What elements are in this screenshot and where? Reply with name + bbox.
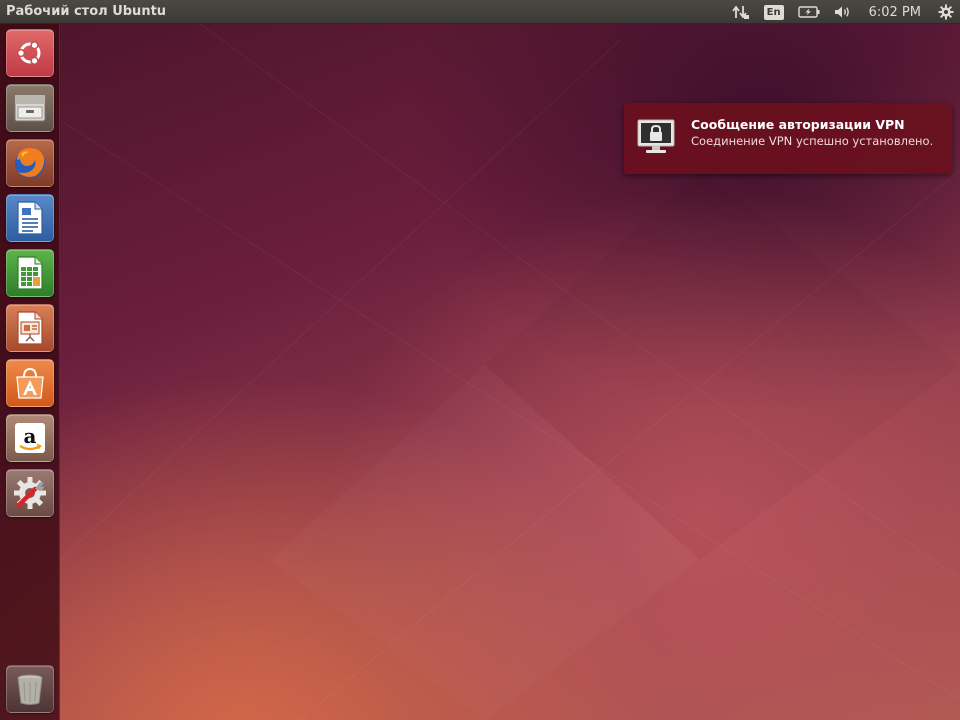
- launcher-item-libreoffice-writer[interactable]: [6, 194, 54, 242]
- notification-body: Соединение VPN успешно установлено.: [691, 134, 934, 148]
- launcher: a: [0, 24, 60, 720]
- clock[interactable]: 6:02 PM: [869, 5, 921, 20]
- launcher-item-dash-home[interactable]: [6, 29, 54, 77]
- launcher-item-system-settings[interactable]: [6, 469, 54, 517]
- window-title: Рабочий стол Ubuntu: [6, 4, 167, 19]
- trash-icon: [17, 674, 43, 705]
- launcher-item-files[interactable]: [6, 84, 54, 132]
- firefox-icon: [15, 148, 45, 178]
- document-icon: [17, 201, 43, 235]
- notification-title: Сообщение авторизации VPN: [691, 117, 905, 132]
- launcher-item-libreoffice-impress[interactable]: [6, 304, 54, 352]
- svg-text:a: a: [24, 424, 37, 448]
- amazon-icon: a: [15, 423, 45, 453]
- vpn-notification[interactable]: Сообщение авторизации VPN Соединение VPN…: [624, 103, 952, 174]
- volume-icon[interactable]: [834, 0, 852, 24]
- launcher-item-software-center[interactable]: [6, 359, 54, 407]
- settings-wrench-icon: [14, 477, 46, 509]
- session-gear-icon[interactable]: [938, 0, 954, 24]
- lock-monitor-icon: [636, 117, 676, 161]
- keyboard-layout-label: En: [763, 4, 784, 20]
- spreadsheet-icon: [17, 256, 43, 290]
- ubuntu-logo-icon: [16, 41, 41, 65]
- network-icon[interactable]: [731, 0, 750, 24]
- keyboard-layout-indicator[interactable]: En: [763, 0, 784, 24]
- presentation-icon: [17, 311, 43, 345]
- launcher-item-trash[interactable]: [6, 665, 54, 713]
- indicator-area: En 6:02 PM: [725, 0, 960, 24]
- battery-icon[interactable]: [797, 0, 820, 24]
- launcher-item-libreoffice-calc[interactable]: [6, 249, 54, 297]
- file-cabinet-icon: [14, 94, 46, 122]
- launcher-item-firefox[interactable]: [6, 139, 54, 187]
- top-panel: Рабочий стол Ubuntu En 6:02 PM: [0, 0, 960, 24]
- shopping-bag-icon: [16, 367, 44, 399]
- launcher-item-amazon[interactable]: a: [6, 414, 54, 462]
